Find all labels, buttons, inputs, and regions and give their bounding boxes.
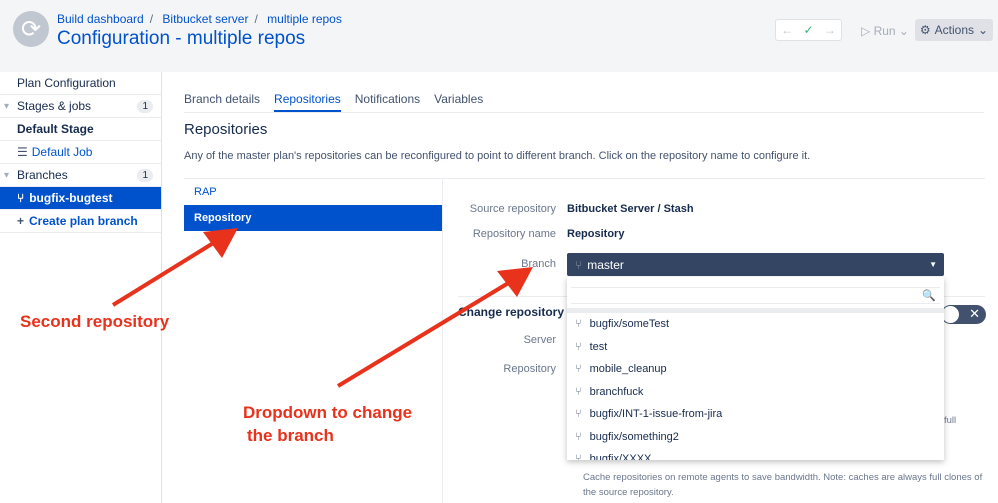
arrow-head-icon [497,267,533,297]
tab-repositories[interactable]: Repositories [274,92,341,112]
branch-option[interactable]: ⑂ branchfuck [567,381,944,404]
help-text-fragment: full [944,415,957,426]
next-arrow-icon[interactable]: → [824,23,836,37]
branch-select[interactable]: ⑂ master ▼ [567,253,944,276]
section-heading: Repositories [184,121,268,138]
annotation-dropdown-line2: the branch [247,426,334,445]
stages-label: Stages & jobs [17,99,92,113]
repository-label: Repository [503,363,556,375]
section-description: Any of the master plan's repositories ca… [184,150,811,162]
sidebar-item-branches[interactable]: Branches 1 [0,164,161,187]
sidebar: Plan Configuration Stages & jobs 1 Defaul… [0,72,162,503]
run-label: Run [873,24,896,38]
build-navigator: ← ✓ → [775,19,842,41]
tab-notifications[interactable]: Notifications [355,92,420,112]
branch-dropdown: 🔍 ⑂ bugfix/someTest ⑂ test ⑂ mobile_cleanup ⑂ b… [567,277,944,460]
branch-option-label: bugfix/XXXX [589,453,652,460]
annotation-dropdown-line1: Dropdown to change [243,403,413,422]
gear-icon: ⚙ [919,23,931,37]
chevron-down-icon: ⌄ [978,23,989,37]
search-icon: 🔍 [922,290,936,302]
source-repo-label: Source repository [469,203,556,215]
close-icon: ✕ [969,306,980,321]
branch-option[interactable]: ⑂ bugfix/something2 [567,426,944,449]
breadcrumb-multiple-repos[interactable]: multiple repos [267,12,342,26]
stages-count-badge: 1 [137,99,153,113]
tab-bar: Branch details Repositories Notification… [184,92,984,113]
change-repo-title: Change repository s [458,305,575,319]
breadcrumb-build-dashboard[interactable]: Build dashboard [57,12,144,26]
repo-name-value: Repository [567,228,625,240]
create-plan-branch-link[interactable]: + Create plan branch [0,210,161,233]
branch-search-input[interactable]: 🔍 [571,287,940,304]
repo-item-rap[interactable]: RAP [184,179,442,205]
branch-option-label: branchfuck [589,385,644,398]
branch-label: Branch [521,258,556,270]
branch-icon: ⑂ [575,340,582,353]
branch-option-label: test [589,340,608,353]
branch-icon: ⑂ [575,257,583,272]
branches-label: Branches [17,168,68,182]
sidebar-item-default-job[interactable]: ☰ Default Job [0,141,161,164]
branch-icon: ⑂ [575,408,582,421]
tab-variables[interactable]: Variables [434,92,483,112]
sidebar-item-bugfix-bugtest[interactable]: ⑂ bugfix-bugtest [0,187,161,210]
branch-option[interactable]: ⑂ bugfix/INT-1-issue-from-jira [567,403,944,426]
branch-icon: ⑂ [575,318,582,331]
branches-count-badge: 1 [137,168,153,182]
run-button[interactable]: ▷ Run ⌄ [861,24,909,38]
branch-option-label: bugfix/someTest [589,318,670,331]
branch-icon: ⑂ [575,430,582,443]
page-title: Configuration - multiple repos [57,28,306,49]
change-repo-toggle[interactable]: ✕ [941,305,986,324]
branch-icon: ⑂ [575,453,582,460]
branch-option-label: bugfix/something2 [589,430,679,443]
sidebar-item-default-stage[interactable]: Default Stage [0,118,161,141]
page-header: ⟳ Build dashboard / Bitbucket server / mul… [0,0,998,72]
branch-icon: ⑂ [575,363,582,376]
repo-item-repository[interactable]: Repository [184,205,442,231]
branch-option[interactable]: ⑂ bugfix/XXXX [567,448,944,460]
branch-icon: ⑂ [575,385,582,398]
divider [443,178,985,179]
play-icon: ▷ [861,24,871,38]
breadcrumb: Build dashboard / Bitbucket server / multi… [57,12,342,26]
plus-icon: + [17,214,25,228]
branch-option[interactable]: ⑂ mobile_cleanup [567,358,944,381]
default-job-label: Default Job [31,145,93,159]
source-repo-value: Bitbucket Server / Stash [567,203,694,215]
success-check-icon[interactable]: ✓ [803,23,813,37]
branch-option[interactable]: ⑂ test [567,336,944,359]
branch-option-label: mobile_cleanup [589,363,667,376]
branch-icon: ⑂ [17,191,25,205]
server-label: Server [523,334,556,346]
create-branch-label: Create plan branch [29,214,138,228]
branch-option-label: bugfix/INT-1-issue-from-jira [589,408,723,421]
annotation-second-repository: Second repository [20,312,170,331]
sidebar-item-stages-jobs[interactable]: Stages & jobs 1 [0,95,161,118]
branch-label: bugfix-bugtest [29,191,113,205]
repo-name-label: Repository name [472,228,556,240]
previous-arrow-icon[interactable]: ← [781,23,793,37]
actions-button[interactable]: ⚙ Actions ⌄ [915,19,993,41]
breadcrumb-bitbucket-server[interactable]: Bitbucket server [162,12,248,26]
caret-down-icon: ▼ [929,260,937,269]
actions-label: Actions [934,23,975,37]
tab-branch-details[interactable]: Branch details [184,92,260,112]
sidebar-item-plan-configuration[interactable]: Plan Configuration [0,72,161,95]
repository-list: RAP Repository [184,178,443,503]
branch-value: master [587,257,624,272]
cache-help-text: Cache repositories on remote agents to s… [583,472,983,498]
plan-logo-icon: ⟳ [13,11,49,47]
list-icon: ☰ [17,145,28,159]
branch-option[interactable]: ⑂ bugfix/someTest [567,313,944,336]
